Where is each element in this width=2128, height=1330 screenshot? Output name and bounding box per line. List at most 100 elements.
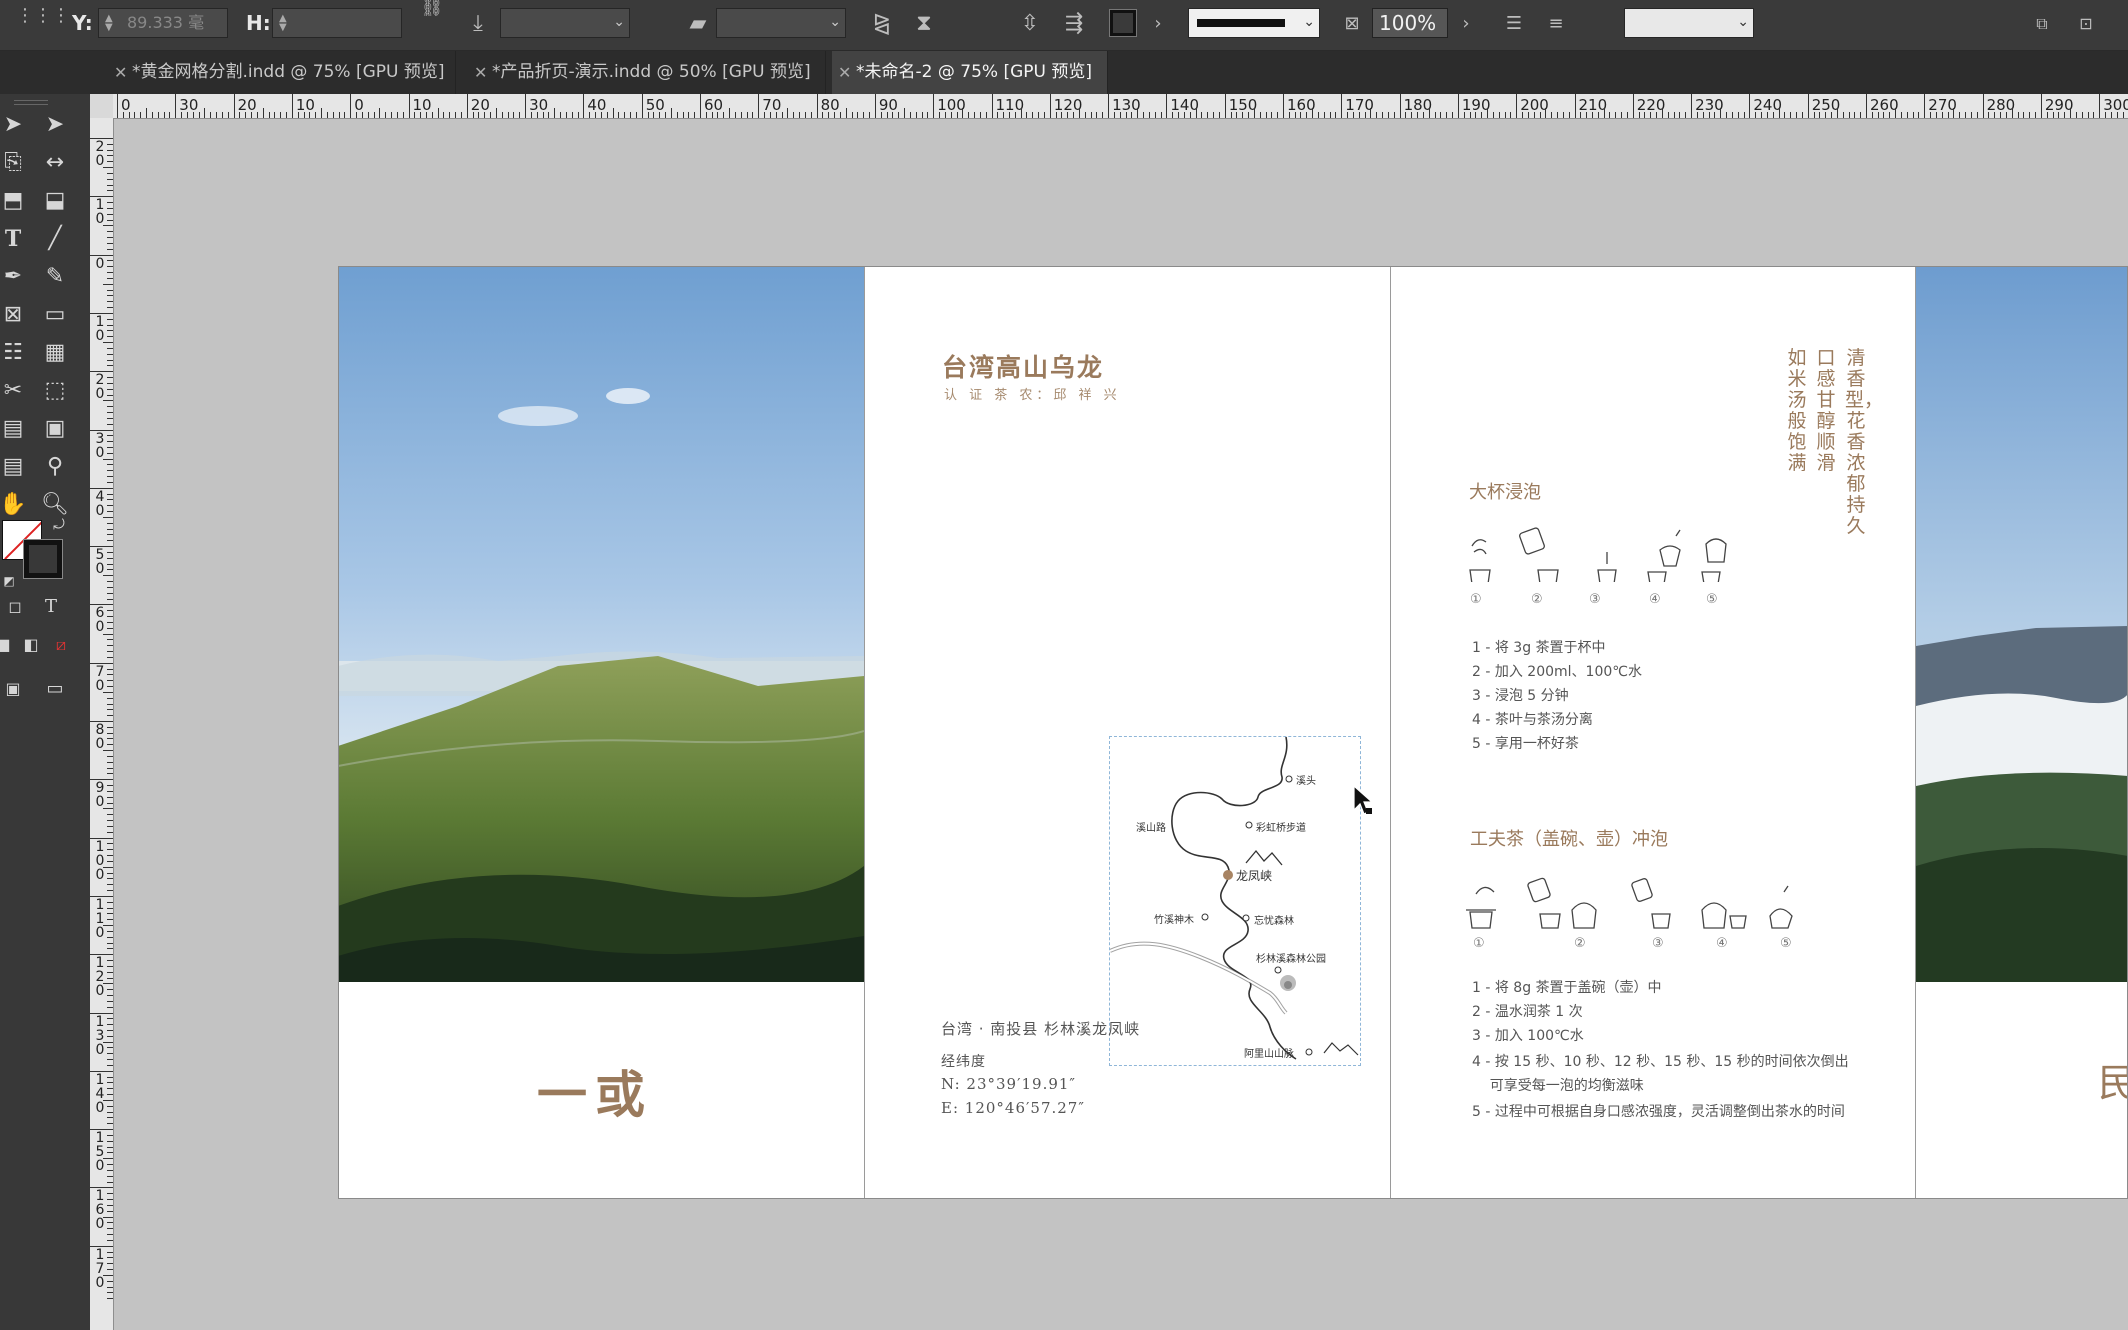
ruler-minor-tick: [107, 551, 113, 553]
ruler-minor-tick: [472, 112, 474, 118]
ruler-origin[interactable]: [90, 94, 114, 119]
constrain-proportions-icon[interactable]: ⛓: [418, 0, 446, 22]
close-icon[interactable]: ✕: [474, 51, 487, 94]
scissors-tool-icon[interactable]: ✂: [0, 374, 30, 408]
rotation-dropdown[interactable]: ⌄: [500, 8, 630, 38]
content-placer-icon[interactable]: ⬓: [38, 184, 72, 218]
content-collector-icon[interactable]: ⬒: [0, 184, 30, 218]
stroke-swatch[interactable]: [1109, 9, 1137, 37]
selection-tool-icon[interactable]: ➤: [0, 108, 30, 142]
gradient-feather-tool-icon[interactable]: ▣: [38, 412, 72, 446]
format-text-icon[interactable]: T: [34, 590, 68, 624]
flip-vertical-icon[interactable]: ⧗: [910, 10, 938, 38]
gongfu-marker-2: ②: [1574, 936, 1586, 951]
gradient-swatch-tool-icon[interactable]: ▤: [0, 412, 30, 446]
fit-frame-icon[interactable]: ⧉: [2028, 10, 2056, 38]
ruler-minor-tick: [103, 225, 113, 227]
pencil-tool-icon[interactable]: ✎: [38, 260, 72, 294]
shear-icon[interactable]: ▰: [684, 10, 712, 38]
preview-mode-icon[interactable]: ▣: [0, 672, 30, 706]
line-tool-icon[interactable]: ╱: [38, 222, 72, 256]
rectangle-frame-tool-icon[interactable]: ⊠: [0, 298, 30, 332]
ruler-label: 8 0: [95, 722, 105, 752]
stroke-weight-dropdown[interactable]: ⌄: [1188, 8, 1320, 38]
page-partial-right[interactable]: [1915, 266, 2128, 1199]
ruler-minor-tick: [1953, 108, 1955, 118]
ruler-minor-tick: [1382, 112, 1384, 118]
ruler-minor-tick: [107, 790, 113, 792]
gap-tool-icon[interactable]: ↔: [38, 146, 72, 180]
pen-tool-icon[interactable]: ✒: [0, 260, 30, 294]
ruler-minor-tick: [1842, 112, 1844, 118]
tab-golden-grid[interactable]: ✕ *黄金网格分割.indd @ 75% [GPU 预览]: [108, 51, 456, 94]
y-stepper-icon[interactable]: ▲ ▼: [105, 14, 117, 33]
apply-gradient-icon[interactable]: ◧: [14, 628, 48, 662]
page-tool-icon[interactable]: ⎘: [0, 146, 30, 180]
ruler-minor-tick: [542, 112, 544, 118]
ruler-minor-tick: [851, 112, 853, 118]
map-frame[interactable]: 溪头 溪山路 彩虹桥步道 龙凤峡 竹溪神木 忘忧森林 杉林溪森林公园 阿里山山脉: [1109, 736, 1361, 1066]
horizontal-ruler[interactable]: 0 30 20 10 0 10 20 30 40 50 60 70 80 90 100 110 120 130 14…: [113, 94, 2128, 119]
ruler-minor-tick: [1708, 112, 1710, 118]
free-transform-tool-icon[interactable]: ⬚: [38, 374, 72, 408]
ruler-minor-tick: [107, 266, 113, 268]
note-tool-icon[interactable]: ▤: [0, 450, 30, 484]
stroke-swatch-tool[interactable]: [23, 539, 63, 579]
ruler-minor-tick: [373, 112, 375, 118]
ruler-minor-tick: [107, 412, 113, 413]
hand-tool-icon[interactable]: ✋: [0, 488, 30, 522]
step-marker-3: ③: [1589, 592, 1601, 607]
ruler-major-tick: [1632, 94, 1634, 118]
ruler-minor-tick: [1312, 108, 1314, 118]
mountain-photo-right[interactable]: [1916, 266, 2128, 982]
ruler-minor-tick: [107, 971, 113, 973]
ruler-minor-tick: [589, 112, 591, 118]
grid-tool-icon[interactable]: ▦: [38, 336, 72, 370]
ruler-minor-tick: [103, 283, 113, 285]
ruler-minor-tick: [1679, 112, 1681, 118]
select-container-icon[interactable]: ⇳: [1016, 10, 1044, 38]
zoom-arrow-icon[interactable]: ›: [1452, 10, 1480, 38]
table-tool-icon[interactable]: ☷: [0, 336, 30, 370]
eyedropper-tool-icon[interactable]: ⚲: [38, 450, 72, 484]
vertical-ruler[interactable]: 2 0 1 0 0 1 0 2 0 3 0 4 0 5 0 6 0 7 0 8 0 9 0 1 0 0 1…: [90, 118, 114, 1330]
opacity-icon[interactable]: ⊠: [1338, 10, 1366, 38]
mountain-photo[interactable]: [338, 266, 864, 982]
close-icon[interactable]: ✕: [114, 51, 127, 94]
close-icon[interactable]: ✕: [838, 51, 851, 94]
panel-grip[interactable]: [14, 100, 48, 105]
ruler-minor-tick: [151, 112, 153, 118]
ruler-minor-tick: [103, 458, 113, 460]
select-content-icon[interactable]: ⇶: [1060, 10, 1088, 38]
page-cover[interactable]: 一或: [338, 266, 864, 1199]
shear-dropdown[interactable]: ⌄: [716, 8, 846, 38]
format-container-icon[interactable]: ◻: [0, 590, 32, 624]
ruler-minor-tick: [1615, 112, 1617, 118]
swap-fill-stroke-icon[interactable]: ⤾: [42, 508, 76, 542]
y-label: Y:: [72, 11, 93, 35]
ruler-minor-tick: [1335, 112, 1337, 118]
apply-none-icon[interactable]: ⧄: [44, 628, 78, 662]
rotate-icon[interactable]: ⤓: [464, 10, 492, 38]
h-stepper-icon[interactable]: ▲ ▼: [279, 14, 291, 33]
panel-options-icon[interactable]: ⊡: [2072, 10, 2100, 38]
rectangle-tool-icon[interactable]: ▭: [38, 298, 72, 332]
screen-mode-icon[interactable]: ▭: [38, 672, 72, 706]
tab-product-fold[interactable]: ✕ *产品折页-演示.indd @ 50% [GPU 预览]: [468, 51, 826, 94]
stroke-swatch-arrow-icon[interactable]: ›: [1144, 10, 1172, 38]
ruler-minor-tick: [886, 112, 888, 118]
y-input[interactable]: ▲ ▼ 89.333 毫: [98, 8, 228, 38]
zoom-input[interactable]: 100%: [1372, 8, 1448, 38]
h-input[interactable]: ▲ ▼: [272, 8, 402, 38]
reference-point-icon[interactable]: ⋮⋮⋮: [16, 2, 70, 30]
ruler-minor-tick: [107, 989, 113, 991]
ruler-minor-tick: [729, 108, 731, 118]
direct-selection-tool-icon[interactable]: ➤: [38, 108, 72, 142]
text-wrap-icon[interactable]: ☰: [1500, 10, 1528, 38]
ruler-minor-tick: [107, 1123, 113, 1125]
tab-untitled-2[interactable]: ✕ *未命名-2 @ 75% [GPU 预览]: [832, 51, 1108, 94]
type-tool-icon[interactable]: T: [0, 222, 30, 256]
object-style-dropdown[interactable]: ⌄: [1624, 8, 1754, 38]
text-wrap-around-icon[interactable]: ≡: [1542, 10, 1570, 38]
flip-horizontal-icon[interactable]: ⧎: [868, 10, 896, 38]
